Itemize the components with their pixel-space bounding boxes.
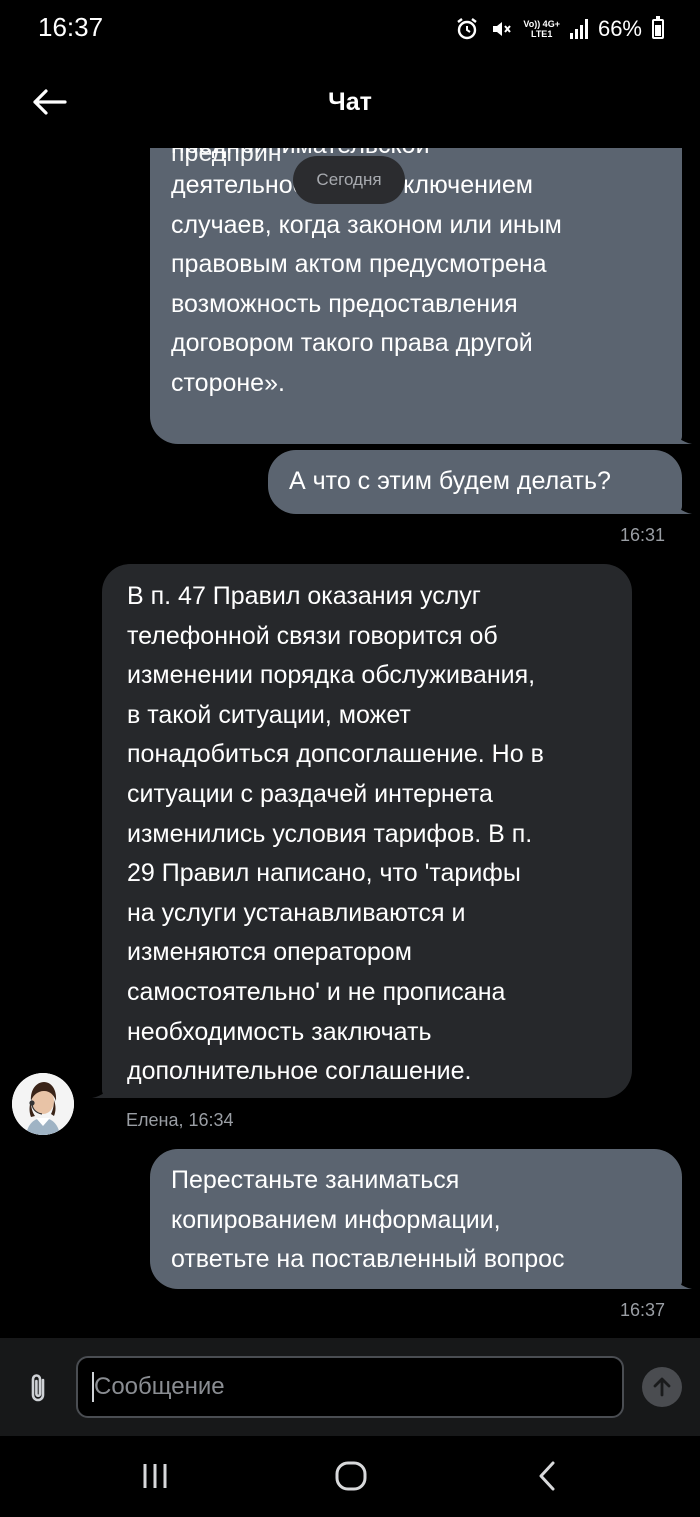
battery-icon bbox=[652, 16, 664, 39]
chat-header: Чат bbox=[0, 58, 700, 148]
message-line: возможность предоставления bbox=[171, 289, 518, 318]
message-line: изменяются оператором bbox=[127, 938, 412, 967]
recent-apps-button[interactable] bbox=[138, 1458, 172, 1494]
chat-messages[interactable]: предприн предпринимательской деятельност… bbox=[0, 148, 700, 1338]
arrow-up-icon bbox=[653, 1377, 671, 1397]
message-bubble-outgoing[interactable]: Перестаньте заниматься копированием инфо… bbox=[150, 1149, 692, 1289]
home-button[interactable] bbox=[333, 1458, 369, 1494]
home-icon bbox=[335, 1461, 367, 1491]
message-line: телефонной связи говорится об bbox=[127, 621, 498, 650]
text-caret bbox=[92, 1372, 94, 1402]
message-bubble-incoming[interactable]: В п. 47 Правил оказания услуг телефонной… bbox=[92, 564, 632, 1098]
message-line: изменились условия тарифов. В п. bbox=[127, 819, 533, 848]
message-line: копированием информации, bbox=[171, 1205, 501, 1234]
paperclip-icon bbox=[31, 1374, 45, 1402]
message-line: ситуации с раздачей интернета bbox=[127, 779, 493, 808]
recent-apps-icon bbox=[143, 1464, 167, 1488]
message-line: самостоятельно' и не прописана bbox=[127, 977, 506, 1006]
system-navbar bbox=[0, 1436, 700, 1517]
message-line: на услуги устанавливаются и bbox=[127, 898, 466, 927]
message-line: договором такого права другой bbox=[171, 329, 533, 358]
message-input[interactable] bbox=[76, 1356, 624, 1418]
volte-icon: Vo)) 4G+ LTE1 bbox=[523, 19, 560, 39]
avatar-image bbox=[12, 1073, 74, 1135]
message-line: дополнительное соглашение. bbox=[127, 1057, 472, 1086]
attach-button[interactable] bbox=[22, 1370, 54, 1406]
status-time: 16:37 bbox=[38, 12, 104, 42]
message-timestamp: 16:31 bbox=[619, 525, 665, 545]
bubble-tail bbox=[670, 1271, 692, 1289]
message-line: ответьте на поставленный вопрос bbox=[171, 1245, 565, 1274]
message-timestamp: 16:37 bbox=[619, 1300, 665, 1320]
message-line: Перестаньте заниматься bbox=[171, 1166, 460, 1194]
back-nav-button[interactable] bbox=[533, 1458, 561, 1494]
message-line: изменении порядка обслуживания, bbox=[127, 661, 536, 690]
message-line: случаев, когда законом или иным bbox=[171, 210, 562, 239]
message-line: 29 Правил написано, что 'тарифы bbox=[127, 859, 521, 888]
alarm-icon bbox=[455, 17, 479, 41]
operator-avatar[interactable] bbox=[12, 1073, 74, 1135]
bubble-tail bbox=[670, 496, 692, 514]
bubble-tail bbox=[92, 1080, 114, 1098]
bubble-tail bbox=[670, 426, 692, 444]
message-line: А что с этим будем делать? bbox=[289, 467, 611, 495]
date-separator: Сегодня bbox=[293, 156, 405, 204]
network-bottom: LTE1 bbox=[530, 29, 553, 39]
send-button[interactable] bbox=[642, 1367, 682, 1407]
message-bubble-outgoing[interactable]: предприн предпринимательской деятельност… bbox=[150, 148, 692, 444]
message-line: стороне». bbox=[171, 368, 285, 397]
status-bar: 16:37 Vo)) 4G+ LTE1 66% bbox=[0, 0, 700, 58]
network-top: Vo)) 4G+ bbox=[523, 19, 560, 29]
page-title: Чат bbox=[328, 88, 372, 116]
message-line: понадобиться допсоглашение. Но в bbox=[127, 740, 544, 769]
message-bubble-outgoing[interactable]: А что с этим будем делать? bbox=[268, 450, 692, 514]
mute-icon bbox=[489, 17, 513, 41]
sender-name-time: Елена, 16:34 bbox=[126, 1110, 234, 1130]
message-line: в такой ситуации, может bbox=[127, 700, 411, 729]
message-line: правовым актом предусмотрена bbox=[171, 250, 547, 279]
battery-percent: 66% bbox=[597, 16, 642, 41]
message-line: необходимость заключать bbox=[127, 1017, 432, 1046]
signal-icon bbox=[569, 19, 588, 39]
status-icons: Vo)) 4G+ LTE1 66% bbox=[455, 14, 664, 44]
message-composer bbox=[0, 1338, 700, 1436]
message-line: В п. 47 Правил оказания услуг bbox=[127, 582, 481, 610]
back-icon bbox=[539, 1461, 555, 1491]
